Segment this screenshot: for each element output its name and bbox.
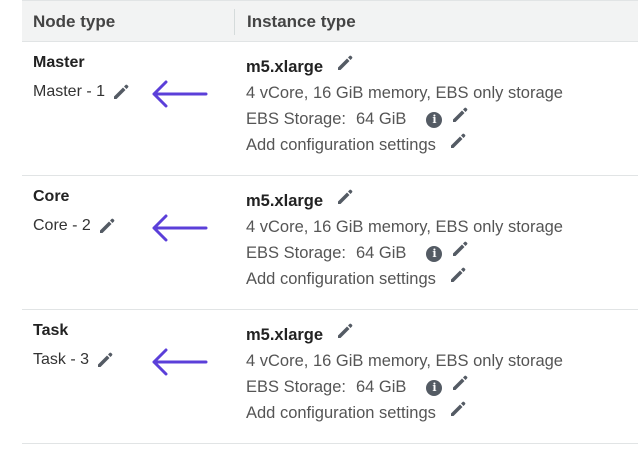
pencil-icon[interactable] <box>335 321 355 341</box>
instance-type-name: m5.xlarge <box>246 325 324 344</box>
table-header: Node type Instance type <box>22 0 638 42</box>
header-instance-type: Instance type <box>247 12 356 31</box>
pencil-icon[interactable] <box>448 265 468 285</box>
pencil-icon[interactable] <box>111 82 131 102</box>
table-row-master: Master Master - 1 m5.xlarge 4 vCore, 16 … <box>22 42 638 176</box>
node-count: Task - 3 <box>33 350 115 370</box>
pencil-icon[interactable] <box>450 239 470 259</box>
pencil-icon[interactable] <box>335 187 355 207</box>
instance-type-cell: m5.xlarge 4 vCore, 16 GiB memory, EBS on… <box>246 54 636 158</box>
arrow-left-icon <box>152 214 208 242</box>
ebs-storage-label: EBS Storage: <box>246 243 346 262</box>
header-divider <box>234 9 235 35</box>
ebs-storage-value: 64 GiB <box>355 377 407 396</box>
instance-specs: 4 vCore, 16 GiB memory, EBS only storage <box>246 351 563 370</box>
pencil-icon[interactable] <box>335 53 355 73</box>
add-configuration-link[interactable]: Add configuration settings <box>246 270 436 289</box>
ebs-storage-value: 64 GiB <box>355 109 407 128</box>
arrow-left-icon <box>152 80 208 108</box>
instance-type-cell: m5.xlarge 4 vCore, 16 GiB memory, EBS on… <box>246 322 636 426</box>
pencil-icon[interactable] <box>448 131 468 151</box>
node-type-name: Task <box>33 322 69 339</box>
info-icon[interactable]: i <box>426 380 443 396</box>
instance-type-name: m5.xlarge <box>246 191 324 210</box>
node-type-name: Master <box>33 54 85 71</box>
node-count-label: Master - 1 <box>33 83 106 100</box>
instance-specs: 4 vCore, 16 GiB memory, EBS only storage <box>246 217 563 236</box>
add-configuration-link[interactable]: Add configuration settings <box>246 136 436 155</box>
node-count-label: Core - 2 <box>33 217 91 234</box>
instance-type-name: m5.xlarge <box>246 57 324 76</box>
node-count: Master - 1 <box>33 82 131 102</box>
table-row-core: Core Core - 2 m5.xlarge 4 vCore, 16 GiB … <box>22 176 638 310</box>
node-count-label: Task - 3 <box>33 351 90 368</box>
pencil-icon[interactable] <box>95 350 115 370</box>
ebs-storage-value: 64 GiB <box>355 243 407 262</box>
node-configuration-table: Node type Instance type Master Master - … <box>22 0 638 461</box>
pencil-icon[interactable] <box>97 216 117 236</box>
header-node-type: Node type <box>33 12 116 31</box>
ebs-storage-label: EBS Storage: <box>246 109 346 128</box>
instance-specs: 4 vCore, 16 GiB memory, EBS only storage <box>246 83 563 102</box>
node-type-name: Core <box>33 188 70 205</box>
node-count: Core - 2 <box>33 216 117 236</box>
pencil-icon[interactable] <box>448 399 468 419</box>
pencil-icon[interactable] <box>450 373 470 393</box>
arrow-left-icon <box>152 348 208 376</box>
pencil-icon[interactable] <box>450 105 470 125</box>
ebs-storage-label: EBS Storage: <box>246 377 346 396</box>
info-icon[interactable]: i <box>426 246 443 262</box>
table-row-task: Task Task - 3 m5.xlarge 4 vCore, 16 GiB … <box>22 310 638 444</box>
instance-type-cell: m5.xlarge 4 vCore, 16 GiB memory, EBS on… <box>246 188 636 292</box>
info-icon[interactable]: i <box>426 112 443 128</box>
add-configuration-link[interactable]: Add configuration settings <box>246 404 436 423</box>
